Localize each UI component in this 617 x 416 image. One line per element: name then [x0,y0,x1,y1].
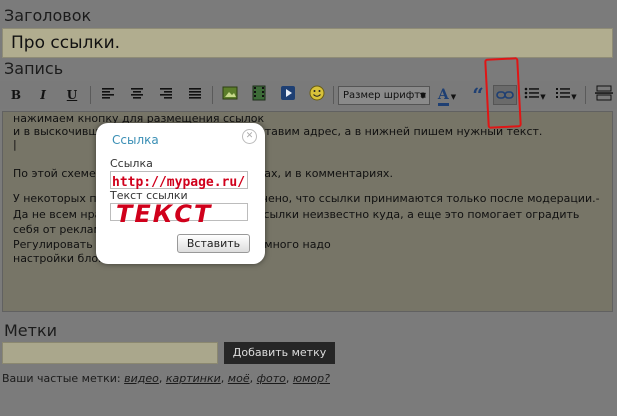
numbered-list-icon [556,88,571,98]
tag-link[interactable]: юмор? [293,372,330,385]
dialog-title: Ссылка [112,133,159,147]
chevron-down-icon: ▼ [540,92,546,101]
align-left-icon [102,88,114,99]
chevron-down-icon: ▼ [450,92,457,101]
align-center-icon [131,88,143,99]
text-cursor: | [13,138,17,151]
quote-icon: “ [472,83,484,107]
bold-button[interactable]: B [4,85,28,105]
italic-icon: I [40,88,46,102]
tags-input[interactable] [2,342,218,364]
underline-button[interactable]: U [60,85,84,105]
bullet-list-icon [524,87,540,99]
link-url-value: http://mypage.ru/ [112,175,246,190]
close-icon[interactable]: ✕ [242,129,257,144]
chevron-down-icon: ▼ [571,92,577,101]
text-color-button[interactable]: A ▼ [432,85,462,106]
toolbar-separator [585,86,586,104]
editor-toolbar: B I U Размер шрифта ▼ A ▼ “ ▼ ▼ [0,81,617,109]
bold-icon: B [10,88,22,102]
tag-link[interactable]: моё [228,372,250,385]
insert-film-button[interactable] [247,85,271,105]
tag-link[interactable]: видео [124,372,159,385]
toolbar-separator [212,86,213,104]
align-justify-icon [189,88,201,99]
font-size-label: Размер шрифта [343,90,427,101]
insert-video-button[interactable] [276,85,300,105]
align-left-button[interactable] [96,85,120,105]
align-justify-button[interactable] [183,85,207,105]
post-label: Запись [4,59,64,78]
page-break-icon [595,85,613,101]
align-center-button[interactable] [125,85,149,105]
italic-button[interactable]: I [31,85,55,105]
insert-smiley-button[interactable] [305,85,329,105]
tag-link[interactable]: картинки [166,372,221,385]
chevron-down-icon: ▼ [419,91,426,100]
tags-label: Метки [4,321,58,340]
insert-image-button[interactable] [218,85,242,105]
video-play-icon [281,86,295,100]
align-right-icon [160,88,172,99]
insert-link-submit-button[interactable]: Вставить [177,234,250,253]
link-dialog: Ссылка ✕ Ссылка http://mypage.ru/ Текст … [96,123,265,264]
toolbar-separator [333,86,334,104]
tag-link[interactable]: фото [257,372,286,385]
page-break-button[interactable] [592,85,616,105]
numbered-list-button[interactable]: ▼ [552,85,580,105]
film-icon [252,85,266,101]
underline-icon: U [66,88,78,102]
post-editor[interactable]: нажимаем кнопку для размещения ссылок и … [2,111,613,312]
align-right-button[interactable] [154,85,178,105]
frequent-tags-label: Ваши частые метки: [2,372,121,385]
smiley-icon [309,85,325,101]
title-label: Заголовок [4,6,92,25]
link-url-label: Ссылка [110,157,153,170]
add-tag-button[interactable]: Добавить метку [224,342,335,364]
editor-line: и в выскочившем окне в верхней строке вс… [13,125,543,138]
link-text-value: ТЕКСТ [116,200,213,228]
title-input[interactable]: Про ссылки. [2,28,613,58]
highlight-annotation [484,57,522,129]
frequent-tags: Ваши частые метки: видео, картинки, моё,… [2,372,330,385]
text-color-icon: A [437,87,449,106]
bullet-list-button[interactable]: ▼ [521,85,549,105]
image-icon [222,86,238,100]
font-size-select[interactable]: Размер шрифта ▼ [338,86,430,105]
toolbar-separator [90,86,91,104]
